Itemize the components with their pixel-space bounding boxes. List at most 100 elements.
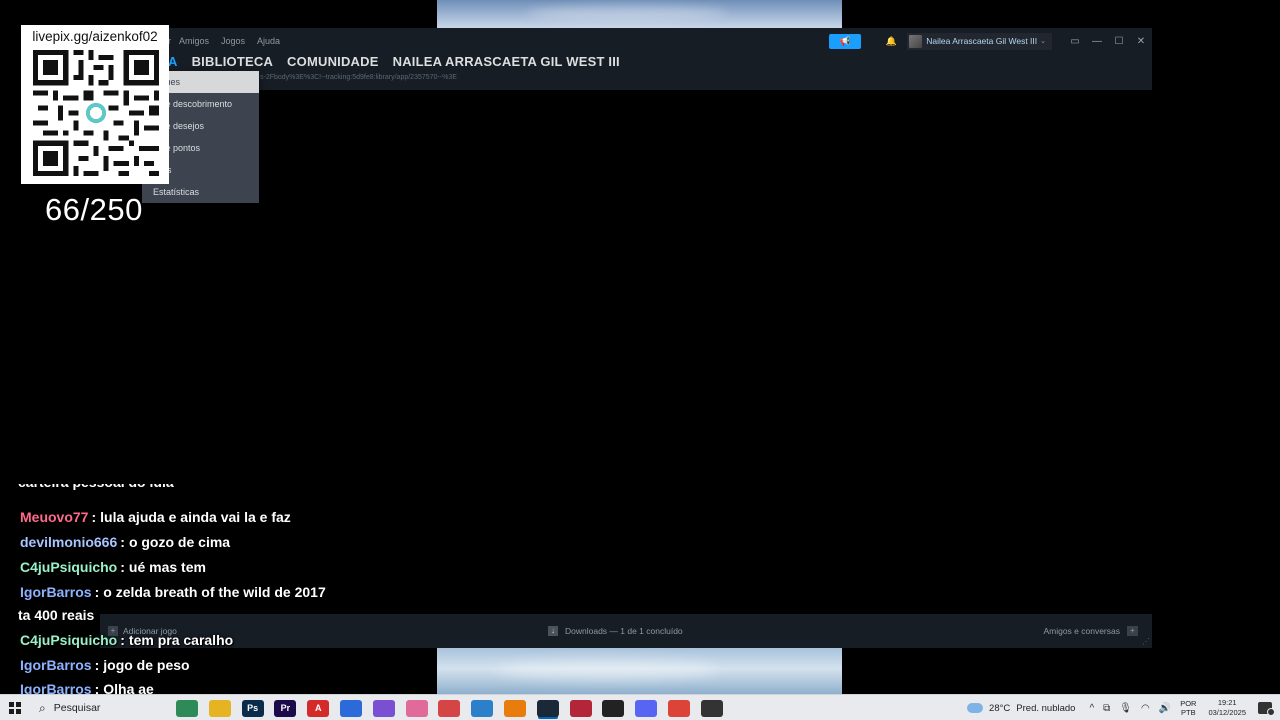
friends-label: Amigos e conversas	[1043, 626, 1120, 636]
chat-text: Olha ae	[103, 681, 154, 694]
chat-username: C4juPsiquicho	[20, 632, 118, 648]
capture-icon[interactable]: ⧉	[1103, 703, 1110, 714]
photoshop-icon[interactable]: Ps	[241, 699, 264, 717]
chat-separator: :	[94, 657, 100, 673]
start-button[interactable]	[6, 699, 24, 717]
big-picture-button[interactable]: ▭	[1064, 33, 1086, 50]
windows-taskbar: ⌕ Pesquisar Ps Pr A 28°C Pred. nublado ^ ⧉…	[0, 694, 1280, 720]
chat-message: IgorBarros: o zelda breath of the wild de…	[20, 584, 326, 600]
search-placeholder: Pesquisar	[53, 702, 101, 714]
windows-logo-icon-part	[16, 709, 21, 714]
search-icon: ⌕	[39, 700, 46, 715]
downloads-button[interactable]: ↓ Downloads — 1 de 1 concluído	[548, 614, 683, 648]
account-menu-button[interactable]: Nailea Arrascaeta Gil West III ⌄	[907, 32, 1052, 50]
chat-separator: :	[120, 534, 125, 550]
chat-username: Meuovo77	[20, 509, 89, 525]
obs-icon[interactable]	[602, 699, 625, 717]
megaphone-icon: 📢	[839, 35, 851, 46]
steam-nav: A BIBLIOTECA COMUNIDADE NAILEA ARRASCAET…	[140, 50, 634, 72]
screen: r Amigos Jogos Ajuda A BIBLIOTECA COMUNI…	[0, 0, 1280, 720]
chat-separator: :	[120, 632, 125, 648]
weather-desc: Pred. nublado	[1016, 702, 1076, 714]
menu-help[interactable]: Ajuda	[257, 36, 280, 46]
wifi-icon[interactable]: ◠	[1141, 703, 1150, 714]
chat-message: IgorBarros: jogo de peso	[20, 657, 190, 673]
app-red-icon[interactable]	[569, 699, 592, 717]
chat-username: IgorBarros	[20, 657, 92, 673]
chat-separator: :	[94, 584, 100, 600]
steam-icon[interactable]	[536, 699, 559, 717]
close-button[interactable]: ✕	[1130, 33, 1152, 50]
chat-text: tem pra caralho	[128, 632, 234, 648]
download-icon: ↓	[548, 626, 558, 636]
lang-top: POR	[1180, 699, 1197, 708]
taskbar-search[interactable]: ⌕ Pesquisar	[33, 696, 168, 720]
resize-grip-icon[interactable]: ⋰	[1142, 637, 1150, 646]
chat-separator: :	[120, 559, 125, 575]
avatar	[909, 34, 923, 48]
acrobat-icon[interactable]: A	[307, 699, 330, 717]
vscode-icon[interactable]	[471, 699, 494, 717]
close-icon: ✕	[1136, 35, 1146, 47]
chat-username: C4juPsiquicho	[20, 559, 118, 575]
windows-logo-icon-part	[9, 709, 14, 714]
notes-icon[interactable]	[339, 699, 362, 717]
app-dark-icon[interactable]	[700, 699, 723, 717]
widgets-icon[interactable]	[176, 699, 198, 717]
qr-code-image	[33, 50, 159, 176]
app-purple-icon[interactable]	[372, 699, 395, 717]
chevron-up-icon[interactable]: ^	[1089, 703, 1094, 714]
chat-message: C4juPsiquicho: ué mas tem	[20, 559, 206, 575]
nav-library[interactable]: BIBLIOTECA	[192, 54, 273, 69]
menu-friends[interactable]: Amigos	[179, 36, 209, 46]
account-name: Nailea Arrascaeta Gil West III	[926, 36, 1038, 46]
menu-games[interactable]: Jogos	[221, 36, 245, 46]
chat-text: jogo de peso	[103, 657, 190, 673]
clock-time: 19:21	[1217, 698, 1237, 707]
clock-date: 03/12/2025	[1208, 708, 1246, 717]
chat-message: IgorBarros: Olha ae	[20, 681, 154, 694]
friends-chat-button[interactable]: Amigos e conversas +	[1043, 614, 1138, 648]
stream-background-bottom	[437, 648, 842, 694]
chat-separator: :	[91, 509, 97, 525]
app-pink-icon[interactable]	[405, 699, 428, 717]
cloud-icon	[967, 703, 984, 713]
chevron-down-icon: ⌄	[1040, 38, 1046, 45]
downloads-label: Downloads — 1 de 1 concluído	[565, 626, 683, 636]
chat-message: ta 400 reais	[18, 607, 94, 623]
stream-chat-overlay: carteira pessoal do lulaMeuovo77:lula aj…	[0, 484, 400, 694]
blender-icon[interactable]	[503, 699, 526, 717]
windows-logo-icon-part	[16, 702, 21, 707]
nav-profile[interactable]: NAILEA ARRASCAETA GIL WEST III	[393, 54, 620, 69]
chat-text: o zelda breath of the wild de 2017	[103, 584, 326, 600]
chat-username: devilmonio666	[20, 534, 118, 550]
notifications-button[interactable]: 🔔	[883, 34, 899, 49]
lang-bottom: PTB	[1181, 708, 1196, 717]
calendar-icon[interactable]	[438, 699, 461, 717]
weather-widget[interactable]: 28°C Pred. nublado	[967, 703, 1075, 714]
minimize-button[interactable]: —	[1086, 33, 1108, 50]
chat-username: IgorBarros	[20, 681, 92, 694]
nav-store[interactable]: A	[168, 54, 178, 69]
chat-username: IgorBarros	[20, 584, 92, 600]
dropdown-item-stats[interactable]: Estatísticas	[142, 181, 259, 203]
chat-message: C4juPsiquicho: tem pra caralho	[20, 632, 233, 648]
volume-icon[interactable]: 🔊	[1159, 703, 1171, 714]
file-explorer-icon[interactable]	[208, 699, 231, 717]
chat-separator: :	[94, 681, 100, 694]
nav-community[interactable]: COMUNIDADE	[287, 54, 379, 69]
microphone-icon[interactable]: 🎙	[1119, 703, 1132, 714]
chat-text: o gozo de cima	[128, 534, 231, 550]
premiere-icon[interactable]: Pr	[274, 699, 297, 717]
taskbar-apps: Ps Pr A	[176, 695, 734, 720]
chat-message: devilmonio666: o gozo de cima	[20, 534, 230, 550]
windows-logo-icon	[9, 702, 14, 707]
discord-icon[interactable]	[635, 699, 658, 717]
clock[interactable]: 19:21 03/12/2025	[1208, 698, 1246, 718]
announcements-button[interactable]: 📢	[829, 33, 862, 49]
chat-text: ué mas tem	[128, 559, 206, 575]
chrome-icon[interactable]	[667, 699, 690, 717]
notification-center-icon[interactable]	[1258, 702, 1275, 716]
maximize-button[interactable]: ☐	[1108, 33, 1130, 50]
input-language[interactable]: POR PTB	[1180, 699, 1196, 717]
